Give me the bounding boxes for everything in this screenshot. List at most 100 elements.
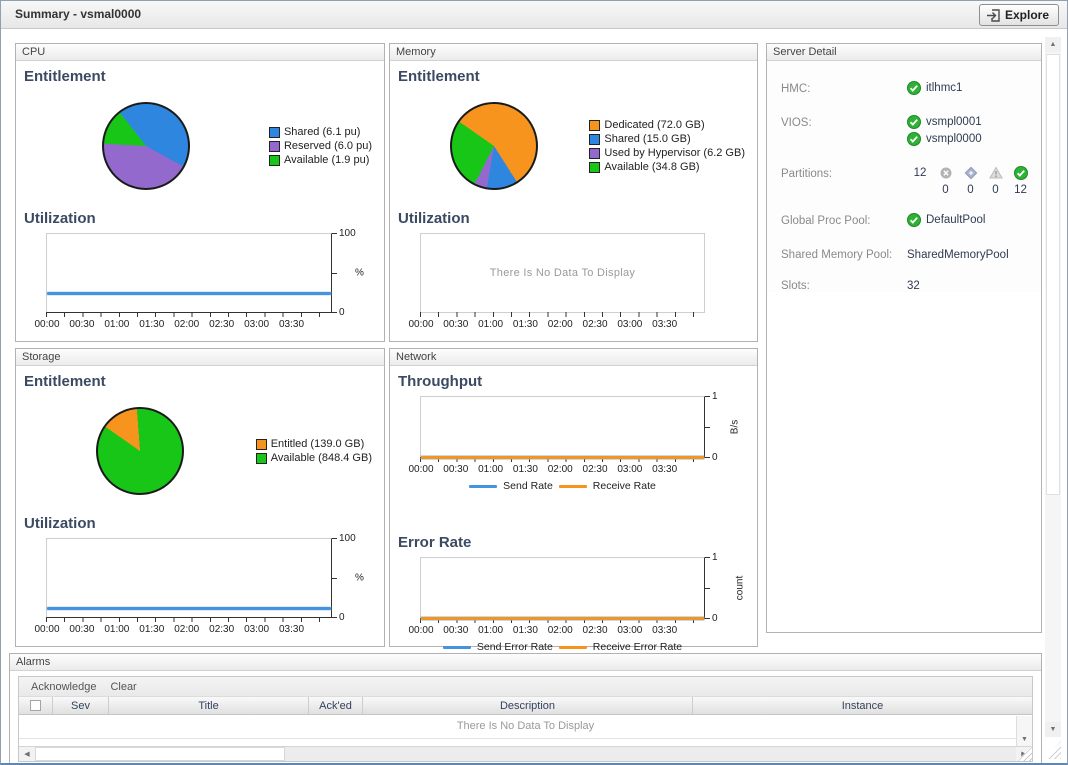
status-ok-icon — [1014, 166, 1028, 180]
x-axis-label: 02:30 — [209, 624, 234, 635]
legend-swatch — [256, 453, 267, 464]
legend-swatch — [443, 646, 471, 649]
x-axis-label: 02:30 — [583, 625, 608, 636]
legend-item: Available (1.9 pu) — [269, 154, 372, 166]
vertical-scroll-thumb[interactable] — [1046, 54, 1060, 495]
x-axis-ticks — [420, 312, 705, 317]
storage-entitlement-pie[interactable] — [96, 407, 184, 495]
shared-memory-pool-row: Shared Memory Pool: SharedMemoryPool — [781, 247, 1041, 261]
x-axis-label: 01:00 — [478, 625, 503, 636]
legend-swatch — [469, 485, 497, 488]
x-axis-label: 02:00 — [174, 624, 199, 635]
alarms-toolbar: Acknowledge Clear — [19, 677, 1032, 697]
partitions-total: 12 — [914, 167, 927, 179]
x-axis-label: 01:00 — [478, 319, 503, 330]
column-header-sev[interactable]: Sev — [53, 697, 109, 714]
x-axis-ticks — [46, 617, 332, 622]
alarms-table: Acknowledge Clear Sev Title Ack'ed Descr… — [18, 676, 1033, 762]
no-data-message: There Is No Data To Display — [421, 267, 704, 279]
legend-label: Used by Hypervisor (6.2 GB) — [604, 147, 745, 159]
network-throughput-legend: Send RateReceive Rate — [421, 479, 704, 493]
memory-utilization-chart[interactable]: There Is No Data To Display 00:0000:3001… — [398, 231, 749, 343]
memory-utilization-plot[interactable]: There Is No Data To Display 00:0000:3001… — [420, 233, 705, 313]
x-axis-label: 03:00 — [244, 624, 269, 635]
cpu-entitlement-pie[interactable] — [102, 102, 190, 190]
x-axis-label: 03:30 — [279, 624, 304, 635]
cpu-utilization-chart[interactable]: 100 0 % 00:0000:3001:0001:3002:0002:3003… — [24, 231, 376, 343]
partitions-warning-count: 0 — [992, 184, 998, 196]
legend-label: Send Error Rate — [477, 641, 553, 653]
acknowledge-button[interactable]: Acknowledge — [31, 681, 96, 693]
storage-utilization-chart[interactable]: 100 0 % 00:0000:3001:0001:3002:0002:3003… — [24, 536, 376, 648]
x-axis-label: 01:00 — [104, 319, 129, 330]
scroll-left-icon[interactable]: ◀ — [19, 747, 35, 761]
vios-value-2[interactable]: vsmpl0000 — [926, 133, 982, 145]
legend-item: Used by Hypervisor (6.2 GB) — [589, 147, 745, 159]
clear-button[interactable]: Clear — [110, 681, 136, 693]
page-vertical-scrollbar[interactable]: ▲ ▼ — [1045, 37, 1061, 737]
select-all-checkbox[interactable] — [30, 700, 41, 711]
memory-entitlement-legend: Dedicated (72.0 GB) Shared (15.0 GB) Used … — [589, 117, 745, 175]
cpu-entitlement-legend: Shared (6.1 pu)Reserved (6.0 pu)Availabl… — [269, 124, 372, 168]
vios-row: VIOS: vsmpl0001 vsmpl0000 — [781, 115, 1041, 149]
y-axis-max-label: 100 — [339, 228, 356, 239]
x-axis-label: 03:00 — [617, 464, 642, 475]
horizontal-scroll-track[interactable] — [285, 747, 1016, 761]
column-header-acked[interactable]: Ack'ed — [309, 697, 363, 714]
alarms-horizontal-scrollbar[interactable]: ◀ ▶ — [19, 746, 1032, 761]
global-proc-pool-label: Global Proc Pool: — [781, 213, 907, 230]
memory-panel-header: Memory — [390, 44, 757, 61]
series-line — [421, 617, 704, 620]
cpu-utilization-plot[interactable]: 100 0 % 00:0000:3001:0001:3002:0002:3003… — [46, 233, 332, 313]
y-axis-min-label: 0 — [339, 307, 345, 318]
x-axis-label: 02:00 — [174, 319, 199, 330]
legend-swatch — [256, 439, 267, 450]
x-axis-label: 00:00 — [34, 624, 59, 635]
memory-entitlement-pie[interactable] — [450, 102, 538, 190]
explore-button[interactable]: Explore — [979, 4, 1059, 26]
network-error-rate-plot[interactable]: 1 0 count 00:0000:3001:0001:3002:0002:30… — [420, 557, 705, 619]
legend-label: Shared (15.0 GB) — [604, 133, 690, 145]
legend-label: Dedicated (72.0 GB) — [604, 119, 704, 131]
alarms-panel-header: Alarms — [10, 654, 1041, 671]
column-header-description[interactable]: Description — [363, 697, 693, 714]
y-axis-tick — [332, 233, 337, 234]
scroll-down-icon[interactable]: ▼ — [1045, 722, 1061, 737]
storage-utilization-plot[interactable]: 100 0 % 00:0000:3001:0001:3002:0002:3003… — [46, 538, 332, 618]
legend-item: Dedicated (72.0 GB) — [589, 119, 745, 131]
x-axis-label: 03:00 — [244, 319, 269, 330]
memory-panel-title: Memory — [396, 46, 436, 58]
x-axis-label: 01:30 — [513, 464, 538, 475]
storage-utilization-heading: Utilization — [24, 515, 384, 532]
global-proc-pool-value[interactable]: DefaultPool — [926, 214, 985, 226]
storage-panel-title: Storage — [22, 351, 61, 363]
network-throughput-chart[interactable]: 1 0 B/s 00:0000:3001:0001:3002:0002:3003… — [398, 394, 749, 516]
hmc-value[interactable]: itlhmc1 — [926, 82, 962, 94]
memory-panel: Memory Entitlement Dedicated (72.0 GB) Sh… — [389, 43, 758, 342]
shared-memory-pool-value: SharedMemoryPool — [907, 247, 1009, 261]
column-header-title[interactable]: Title — [109, 697, 309, 714]
server-detail-panel-header: Server Detail — [767, 44, 1041, 61]
x-axis-labels: 00:0000:3001:0001:3002:0002:3003:0003:30 — [47, 319, 331, 331]
y-axis-max-label: 1 — [712, 391, 718, 402]
alarms-vertical-scrollbar[interactable]: ▼ — [1016, 716, 1032, 746]
page-resize-grip[interactable] — [1045, 741, 1061, 759]
partitions-row: Partitions: 12 0 0 0 12 — [781, 166, 1041, 196]
slots-label: Slots: — [781, 278, 907, 292]
y-axis-min-label: 0 — [712, 452, 718, 463]
legend-label: Available (34.8 GB) — [604, 161, 699, 173]
network-throughput-plot[interactable]: 1 0 B/s 00:0000:3001:0001:3002:0002:3003… — [420, 396, 705, 458]
scroll-down-icon[interactable]: ▼ — [1017, 732, 1032, 746]
horizontal-scroll-thumb[interactable] — [35, 747, 285, 761]
legend-swatch — [269, 155, 280, 166]
legend-swatch — [269, 127, 280, 138]
vios-value-1[interactable]: vsmpl0001 — [926, 116, 982, 128]
scroll-up-icon[interactable]: ▲ — [1045, 37, 1061, 52]
legend-swatch — [589, 162, 600, 173]
storage-panel: Storage Entitlement Entitled (139.0 GB)A… — [15, 348, 385, 647]
cpu-entitlement-heading: Entitlement — [24, 68, 384, 85]
memory-entitlement-heading: Entitlement — [398, 68, 757, 85]
server-detail-title: Server Detail — [773, 46, 837, 58]
x-axis-label: 00:00 — [34, 319, 59, 330]
column-header-instance[interactable]: Instance — [693, 697, 1032, 714]
